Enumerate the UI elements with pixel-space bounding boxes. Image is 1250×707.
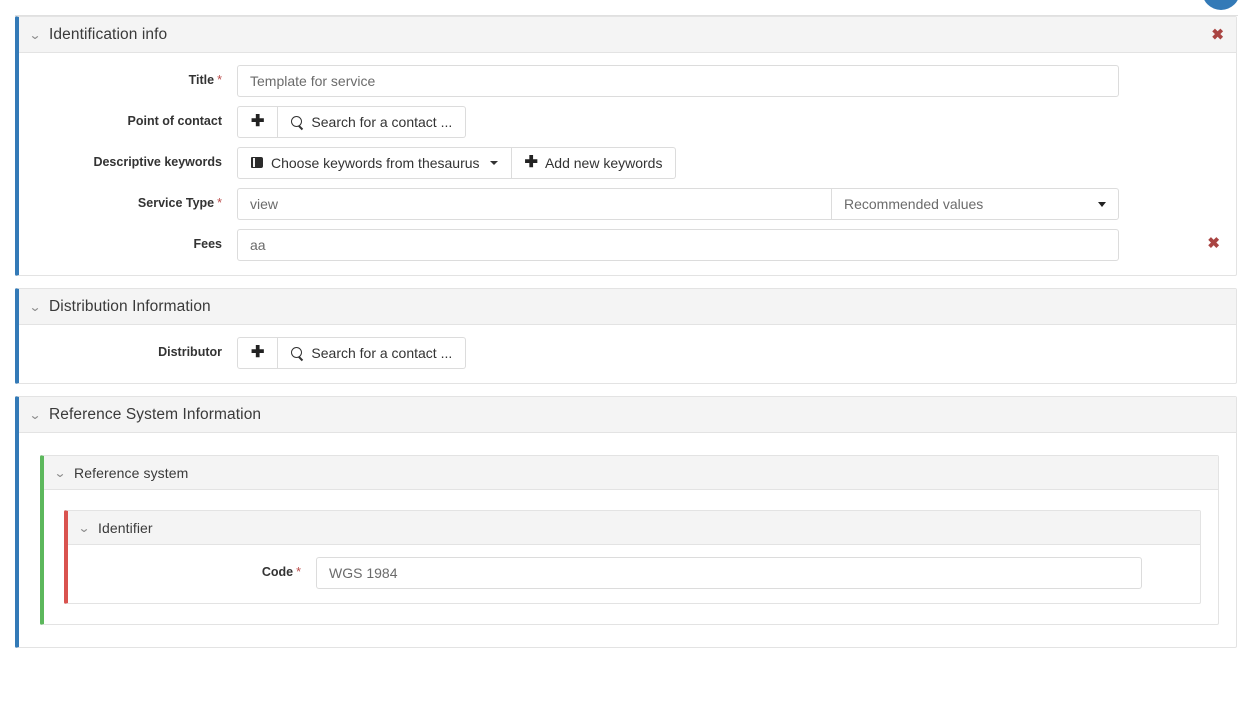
form-row-title: Title *: [19, 65, 1236, 97]
panel-title-identification-info: Identification info: [49, 25, 168, 43]
label-code-text: Code: [261, 565, 294, 579]
add-point-of-contact-button[interactable]: ✚: [237, 106, 279, 138]
caret-down-icon: [1098, 202, 1106, 207]
control-fees: [237, 229, 1236, 261]
control-point-of-contact: ✚ Search for a contact ...: [237, 106, 1236, 138]
panel-body-reference-system: ⌄ Identifier Code *: [44, 490, 1218, 624]
label-distributor: Distributor: [158, 345, 222, 359]
chevron-down-icon[interactable]: ⌄: [54, 467, 67, 479]
choose-keywords-label: Choose keywords from thesaurus: [271, 155, 480, 171]
panel-header-identification-info[interactable]: ⌄ Identification info ✖: [19, 17, 1236, 53]
control-title: [237, 65, 1236, 97]
chevron-down-icon: [489, 161, 498, 165]
form-row-service-type: Service Type* Recommended values: [19, 188, 1236, 220]
title-input[interactable]: [237, 65, 1119, 97]
plus-icon: ✚: [251, 344, 265, 361]
panel-header-reference-system-information[interactable]: ⌄ Reference System Information: [19, 397, 1236, 433]
panel-body-identifier: Code *: [68, 545, 1200, 603]
form-row-point-of-contact: Point of contact ✚ Search for a contact …: [19, 106, 1236, 138]
add-new-keywords-label: Add new keywords: [544, 155, 663, 171]
point-of-contact-button-group: ✚ Search for a contact ...: [237, 106, 467, 138]
chevron-down-icon[interactable]: ⌄: [29, 301, 42, 313]
panel-header-identifier[interactable]: ⌄ Identifier: [68, 511, 1200, 545]
distributor-button-group: ✚ Search for a contact ...: [237, 337, 467, 369]
search-icon: [291, 346, 304, 360]
chevron-down-icon[interactable]: ⌄: [29, 409, 42, 421]
search-distributor-button[interactable]: Search for a contact ...: [278, 337, 467, 369]
panel-reference-system: ⌄ Reference system ⌄ Identifier Code *: [40, 455, 1219, 625]
panel-header-reference-system[interactable]: ⌄ Reference system: [44, 456, 1218, 490]
label-title: Title *: [19, 65, 237, 90]
control-distributor: ✚ Search for a contact ...: [237, 337, 1236, 369]
chevron-down-icon[interactable]: ⌄: [78, 522, 91, 534]
fees-input[interactable]: [237, 229, 1119, 261]
floating-action-button[interactable]: [1202, 0, 1240, 10]
delete-identification-info-button[interactable]: ✖: [1211, 27, 1224, 42]
label-title-text: Title: [188, 73, 215, 87]
panel-title-reference-system: Reference system: [74, 464, 189, 481]
required-marker-code: *: [296, 565, 301, 579]
plus-icon: ✚: [251, 113, 265, 130]
chevron-down-icon[interactable]: ⌄: [29, 29, 42, 41]
panel-body-distribution-information: Distributor ✚ Search for a contact ...: [19, 325, 1236, 383]
form-row-fees: Fees ✖: [19, 229, 1236, 261]
service-type-input[interactable]: [237, 188, 831, 220]
book-icon: [251, 157, 264, 169]
form-row-descriptive-keywords: Descriptive keywords Choose keywords fro…: [19, 147, 1236, 179]
panel-identifier: ⌄ Identifier Code *: [64, 510, 1201, 604]
recommended-values-label: Recommended values: [844, 196, 984, 212]
search-contact-label: Search for a contact ...: [311, 114, 453, 130]
search-contact-button[interactable]: Search for a contact ...: [278, 106, 467, 138]
panel-title-identifier: Identifier: [98, 519, 153, 536]
label-descriptive-keywords: Descriptive keywords: [93, 155, 222, 169]
label-code: Code *: [68, 557, 316, 582]
recommended-values-select[interactable]: Recommended values: [831, 188, 1119, 220]
required-marker-service-type: *: [217, 196, 222, 210]
form-row-distributor: Distributor ✚ Search for a contact ...: [19, 337, 1236, 369]
label-service-type: Service Type *: [19, 188, 237, 213]
search-icon: [291, 115, 304, 129]
panel-body-reference-system-information: ⌄ Reference system ⌄ Identifier Code *: [19, 433, 1236, 647]
required-marker-title: *: [217, 73, 222, 87]
keywords-button-group: Choose keywords from thesaurus ✚ Add new…: [237, 147, 677, 179]
panel-identification-info: ⌄ Identification info ✖ Title* Point of …: [15, 16, 1237, 276]
search-distributor-label: Search for a contact ...: [311, 345, 453, 361]
panel-distribution-information: ⌄ Distribution Information Distributor ✚…: [15, 288, 1237, 384]
delete-fees-button[interactable]: ✖: [1207, 236, 1220, 251]
label-fees: Fees: [193, 237, 223, 251]
control-descriptive-keywords: Choose keywords from thesaurus ✚ Add new…: [237, 147, 1236, 179]
service-type-input-group: Recommended values: [237, 188, 1119, 220]
form-row-code: Code *: [68, 557, 1200, 589]
panel-header-distribution-information[interactable]: ⌄ Distribution Information: [19, 289, 1236, 325]
code-input[interactable]: [316, 557, 1142, 589]
add-distributor-button[interactable]: ✚: [237, 337, 279, 369]
panel-body-identification-info: Title* Point of contact ✚ Search for a c…: [19, 53, 1236, 275]
panel-reference-system-information: ⌄ Reference System Information ⌄ Referen…: [15, 396, 1237, 648]
add-new-keywords-button[interactable]: ✚ Add new keywords: [511, 147, 677, 179]
label-point-of-contact: Point of contact: [127, 114, 222, 128]
plus-icon: ✚: [524, 154, 538, 171]
label-service-type-text: Service Type: [137, 196, 215, 210]
control-service-type: Recommended values: [237, 188, 1236, 220]
panel-title-reference-system-information: Reference System Information: [49, 405, 262, 423]
choose-keywords-from-thesaurus-button[interactable]: Choose keywords from thesaurus: [237, 147, 512, 179]
top-strip: [0, 0, 1250, 16]
panel-title-distribution-information: Distribution Information: [49, 297, 211, 315]
control-code: [316, 557, 1200, 589]
